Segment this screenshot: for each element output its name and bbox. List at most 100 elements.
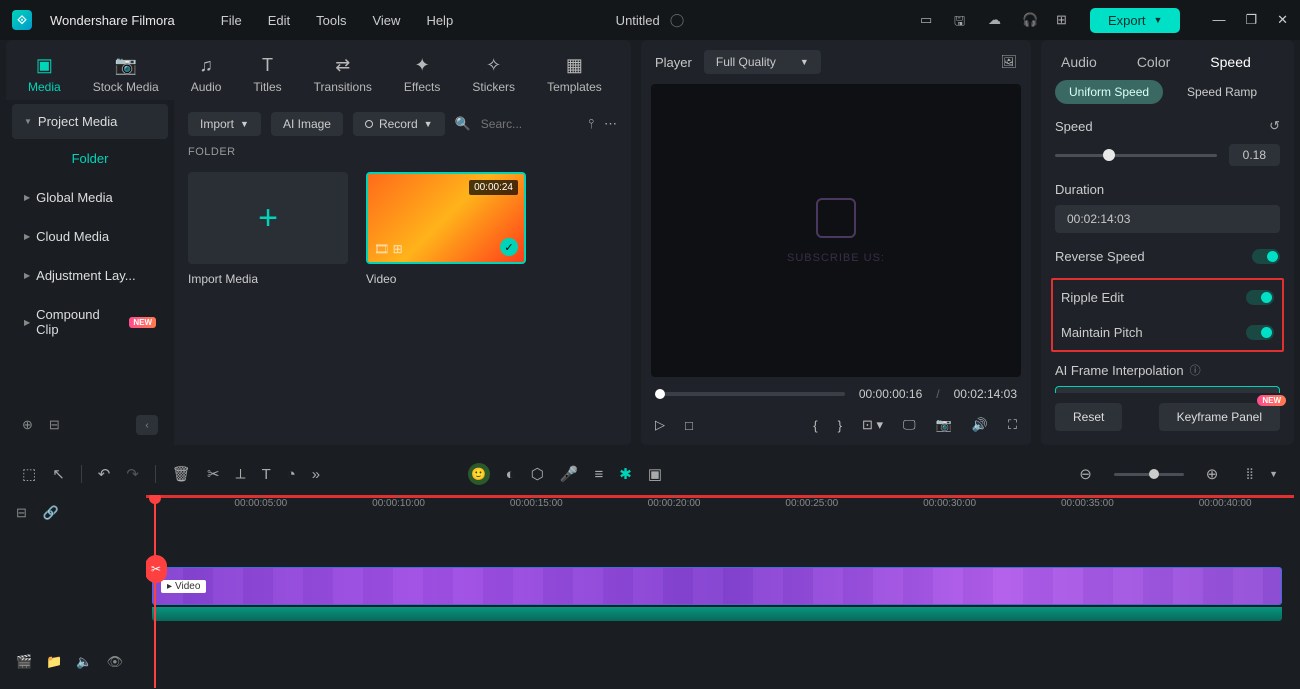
sidebar-folder[interactable]: Folder: [12, 139, 168, 176]
maintain-pitch-toggle[interactable]: [1246, 325, 1274, 340]
tab-color-props[interactable]: Color: [1137, 54, 1170, 70]
tab-audio-props[interactable]: Audio: [1061, 54, 1097, 70]
save-icon[interactable]: 🖫: [954, 12, 970, 28]
camera-icon[interactable]: 📷: [936, 417, 952, 433]
mark-out-icon[interactable]: }: [838, 418, 842, 433]
folder-icon[interactable]: 📁: [46, 654, 62, 670]
cut-icon[interactable]: ✂: [207, 465, 220, 483]
split-button[interactable]: ✂: [146, 555, 167, 583]
info-icon[interactable]: ⓘ: [1190, 362, 1201, 378]
minimize-button[interactable]: —: [1212, 12, 1225, 28]
video-clip[interactable]: ▸Video: [152, 567, 1282, 605]
menu-tools[interactable]: Tools: [316, 13, 346, 28]
tab-transitions[interactable]: ⇄Transitions: [306, 48, 380, 100]
scrub-handle[interactable]: [655, 389, 665, 399]
reset-button[interactable]: Reset: [1055, 403, 1122, 431]
speed-tool-icon[interactable]: ◔: [287, 466, 296, 483]
search-input[interactable]: [481, 117, 541, 131]
speed-value[interactable]: 0.18: [1229, 144, 1280, 166]
interpolation-dropdown[interactable]: Optical Flow˄: [1055, 386, 1280, 393]
maximize-button[interactable]: ❐: [1245, 12, 1257, 28]
timeline-tracks[interactable]: ✂ 00:00:05:00 00:00:10:00 00:00:15:00 00…: [146, 495, 1294, 688]
menu-file[interactable]: File: [221, 13, 242, 28]
record-button[interactable]: Record▼: [353, 112, 445, 136]
import-media-card[interactable]: + Import Media: [188, 172, 348, 286]
keyframe-panel-button[interactable]: Keyframe PanelNEW: [1159, 403, 1280, 431]
preview-canvas[interactable]: SUBSCRIBE US:: [651, 84, 1021, 377]
sync-icon[interactable]: ◯: [670, 12, 685, 28]
zoom-slider[interactable]: [1114, 473, 1184, 476]
close-button[interactable]: ✕: [1277, 12, 1288, 28]
tab-titles[interactable]: TTitles: [245, 48, 289, 100]
more-tools-icon[interactable]: »: [312, 466, 320, 483]
selection-tool-icon[interactable]: ⬚: [22, 465, 36, 483]
audio-tool-icon[interactable]: ≡: [595, 466, 604, 483]
menu-view[interactable]: View: [372, 13, 400, 28]
layout-icon[interactable]: ▭: [920, 12, 936, 28]
stop-button[interactable]: □: [685, 418, 693, 433]
collapse-sidebar-button[interactable]: ‹: [136, 415, 158, 435]
chevron-down-icon[interactable]: ▼: [1269, 469, 1278, 479]
menu-help[interactable]: Help: [426, 13, 453, 28]
tab-speed-props[interactable]: Speed: [1210, 54, 1250, 70]
text-tool-icon[interactable]: T: [262, 466, 271, 483]
video-clip-card[interactable]: 00:00:24 🎞 ⊞ ✓ Video: [366, 172, 526, 286]
more-icon[interactable]: ⋯: [604, 116, 617, 132]
tab-stock-media[interactable]: 📷Stock Media: [85, 48, 167, 100]
zoom-thumb[interactable]: [1149, 469, 1159, 479]
sidebar-global-media[interactable]: ▶Global Media: [12, 180, 168, 215]
zoom-in-icon[interactable]: ⊕: [1206, 465, 1219, 483]
shield-icon[interactable]: ⬡: [531, 465, 544, 483]
cloud-icon[interactable]: ☁: [988, 12, 1004, 28]
delete-icon[interactable]: 🗑: [172, 465, 191, 483]
redo-icon[interactable]: ↷: [126, 465, 139, 483]
volume-icon[interactable]: 🔊: [972, 417, 988, 433]
tab-effects[interactable]: ✦Effects: [396, 48, 448, 100]
video-track-icon[interactable]: 🎬: [16, 654, 32, 670]
grid-view-icon[interactable]: ⦙⦙: [1246, 466, 1253, 483]
mic-icon[interactable]: 🎤: [560, 465, 579, 483]
ripple-edit-toggle[interactable]: [1246, 290, 1274, 305]
sidebar-project-media[interactable]: ▼Project Media: [12, 104, 168, 139]
tab-stickers[interactable]: ✧Stickers: [464, 48, 523, 100]
duration-input[interactable]: 00:02:14:03: [1055, 205, 1280, 233]
subtab-uniform-speed[interactable]: Uniform Speed: [1055, 80, 1163, 104]
smiley-icon[interactable]: 🙂: [468, 463, 490, 485]
subtab-speed-ramp[interactable]: Speed Ramp: [1173, 80, 1271, 104]
ai-image-button[interactable]: AI Image: [271, 112, 343, 136]
sidebar-cloud-media[interactable]: ▶Cloud Media: [12, 219, 168, 254]
export-button[interactable]: Export ▼: [1090, 8, 1181, 33]
color-icon[interactable]: ◐: [506, 466, 515, 483]
grid-icon[interactable]: ⊞: [1056, 12, 1072, 28]
group-icon[interactable]: ▣: [648, 465, 662, 483]
display-icon[interactable]: 🖵: [903, 417, 916, 433]
marker-icon[interactable]: ✱: [619, 465, 632, 483]
crop-icon[interactable]: ⊡ ▾: [862, 417, 883, 433]
scrub-bar[interactable]: [655, 392, 845, 396]
import-button[interactable]: Import▼: [188, 112, 261, 136]
undo-icon[interactable]: ↶: [98, 465, 111, 483]
new-bin-icon[interactable]: ⊟: [49, 417, 60, 433]
video-track[interactable]: ▸Video: [146, 567, 1294, 607]
menu-edit[interactable]: Edit: [268, 13, 290, 28]
speed-slider[interactable]: [1055, 154, 1217, 157]
zoom-out-icon[interactable]: ⊖: [1079, 465, 1092, 483]
audio-waveform[interactable]: [152, 607, 1282, 621]
mute-track-icon[interactable]: 🔈: [76, 654, 92, 670]
pointer-tool-icon[interactable]: ↖: [52, 465, 65, 483]
slider-thumb[interactable]: [1103, 149, 1115, 161]
new-folder-icon[interactable]: ⊕: [22, 417, 33, 433]
play-button[interactable]: ▷: [655, 417, 665, 433]
time-ruler[interactable]: 00:00:05:00 00:00:10:00 00:00:15:00 00:0…: [146, 495, 1294, 521]
snapshot-icon[interactable]: 🖼: [1000, 54, 1017, 70]
tab-media[interactable]: ▣Media: [20, 48, 69, 100]
fullscreen-icon[interactable]: ⛶: [1008, 417, 1017, 433]
reset-speed-icon[interactable]: ↺: [1269, 118, 1280, 134]
sidebar-compound-clip[interactable]: ▶Compound ClipNEW: [12, 297, 168, 347]
tab-audio[interactable]: ♫Audio: [183, 48, 230, 100]
sidebar-adjustment-layer[interactable]: ▶Adjustment Lay...: [12, 258, 168, 293]
mark-in-icon[interactable]: {: [813, 418, 817, 433]
crop-tool-icon[interactable]: ⟂: [236, 466, 246, 483]
toggle-tracks-icon[interactable]: ⊟: [16, 505, 27, 521]
tab-templates[interactable]: ▦Templates: [539, 48, 610, 100]
